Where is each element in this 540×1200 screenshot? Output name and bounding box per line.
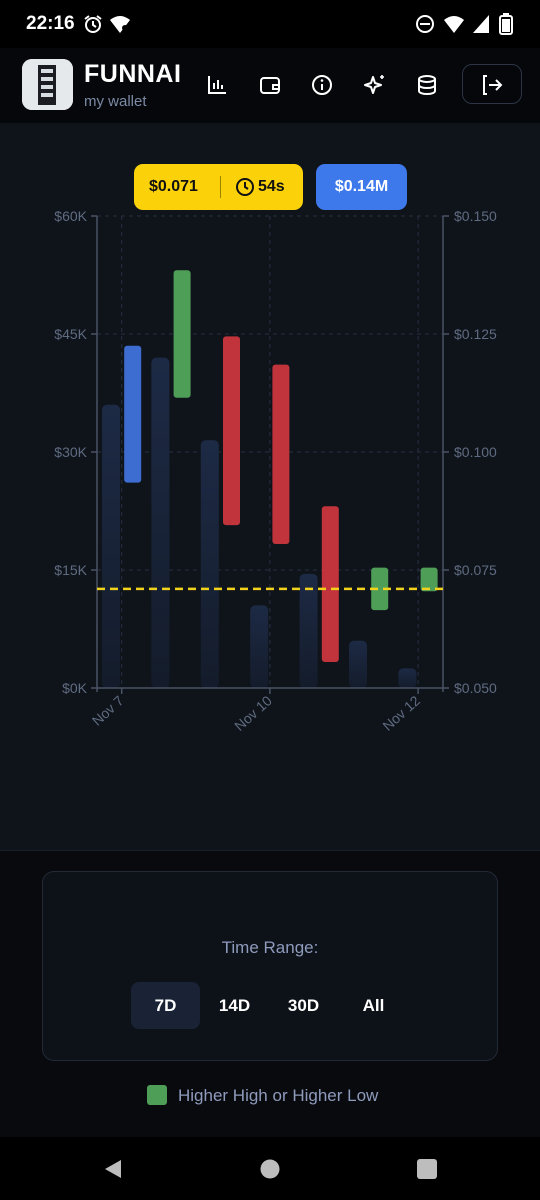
right-axis-tick-label: $0.050 [454, 680, 497, 696]
price-range-bar [124, 345, 142, 483]
home-icon[interactable] [259, 1158, 281, 1180]
legend-swatch [147, 1085, 167, 1105]
price-volume-chart: $0K $0.050 $15K $0.075 $30K $0.100 $45K $0.125 $… [54, 208, 497, 734]
market-cap-badge: $0.14M [316, 164, 407, 210]
right-axis-tick-label: $0.100 [454, 444, 497, 460]
range-30d-button[interactable]: 30D [269, 982, 338, 1029]
x-axis-tick-label: Nov 7 [89, 692, 127, 729]
left-axis-tick-label: $60K [54, 208, 87, 224]
volume-bar [102, 404, 120, 688]
left-axis-tick-label: $45K [54, 326, 87, 342]
price-range-bar [173, 270, 191, 398]
clock-icon [236, 178, 254, 196]
price-range-bar [272, 364, 290, 545]
left-axis-tick-label: $15K [54, 562, 87, 578]
x-axis-tick-label: Nov 10 [231, 692, 275, 734]
volume-bar [200, 440, 219, 688]
range-7d-button[interactable]: 7D [131, 982, 200, 1029]
current-price: $0.071 [149, 178, 198, 195]
volume-bar [151, 357, 170, 688]
volume-bar [398, 668, 417, 688]
right-axis-tick-label: $0.075 [454, 562, 497, 578]
refresh-timer: 54s [258, 178, 285, 195]
range-all-button[interactable]: All [339, 982, 408, 1029]
legend-label: Higher High or Higher Low [178, 1086, 379, 1105]
nav-bar [0, 1137, 540, 1200]
right-axis-tick-label: $0.150 [454, 208, 497, 224]
volume-bar [299, 573, 318, 688]
right-axis-tick-label: $0.125 [454, 326, 497, 342]
badge-divider [220, 176, 221, 198]
x-axis-tick-label: Nov 12 [379, 692, 423, 734]
left-axis-tick-label: $30K [54, 444, 87, 460]
volume-bar [250, 605, 269, 688]
back-icon[interactable] [102, 1158, 124, 1180]
left-axis-tick-label: $0K [62, 680, 88, 696]
volume-bar [349, 640, 367, 688]
price-badge: $0.071 54s [134, 164, 303, 210]
price-range-bar [321, 506, 339, 663]
recents-icon[interactable] [416, 1158, 438, 1180]
time-range-label: Time Range: [221, 938, 319, 957]
price-range-bar [223, 336, 240, 526]
time-range-card: Time Range: 7D 14D 30D All [42, 871, 498, 1061]
range-14d-button[interactable]: 14D [200, 982, 269, 1029]
